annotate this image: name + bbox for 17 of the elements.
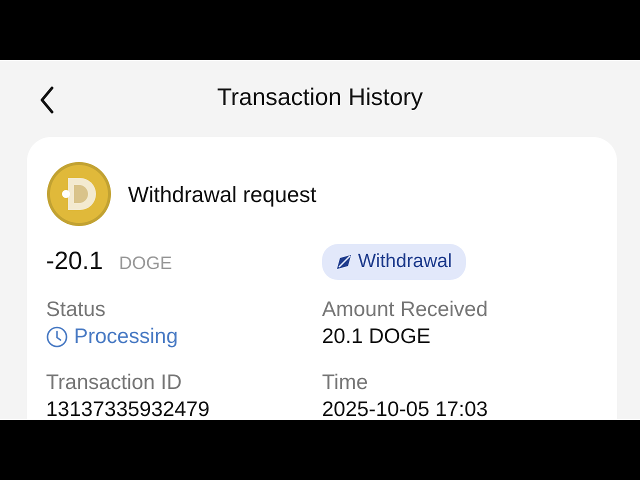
field-label: Amount Received (322, 296, 489, 322)
back-icon (39, 86, 55, 114)
field-label: Transaction ID (46, 370, 183, 396)
amount: -20.1 (46, 246, 103, 277)
currency: DOGE (118, 252, 172, 275)
clock-icon (46, 326, 68, 348)
send-icon (336, 254, 352, 270)
field-value: 20.1 DOGE (322, 324, 432, 350)
field-label: Status (46, 296, 107, 322)
transaction-title: Withdrawal request (128, 180, 316, 209)
type-badge: Withdrawal (322, 244, 466, 280)
field-label: Time (322, 370, 369, 396)
field-value: 13137335932479 (46, 396, 211, 420)
status-text: Processing (74, 324, 178, 350)
field-value: 2025-10-05 17:03 (322, 396, 489, 420)
page-title: Transaction History (217, 84, 423, 113)
coin-icon (46, 161, 112, 227)
